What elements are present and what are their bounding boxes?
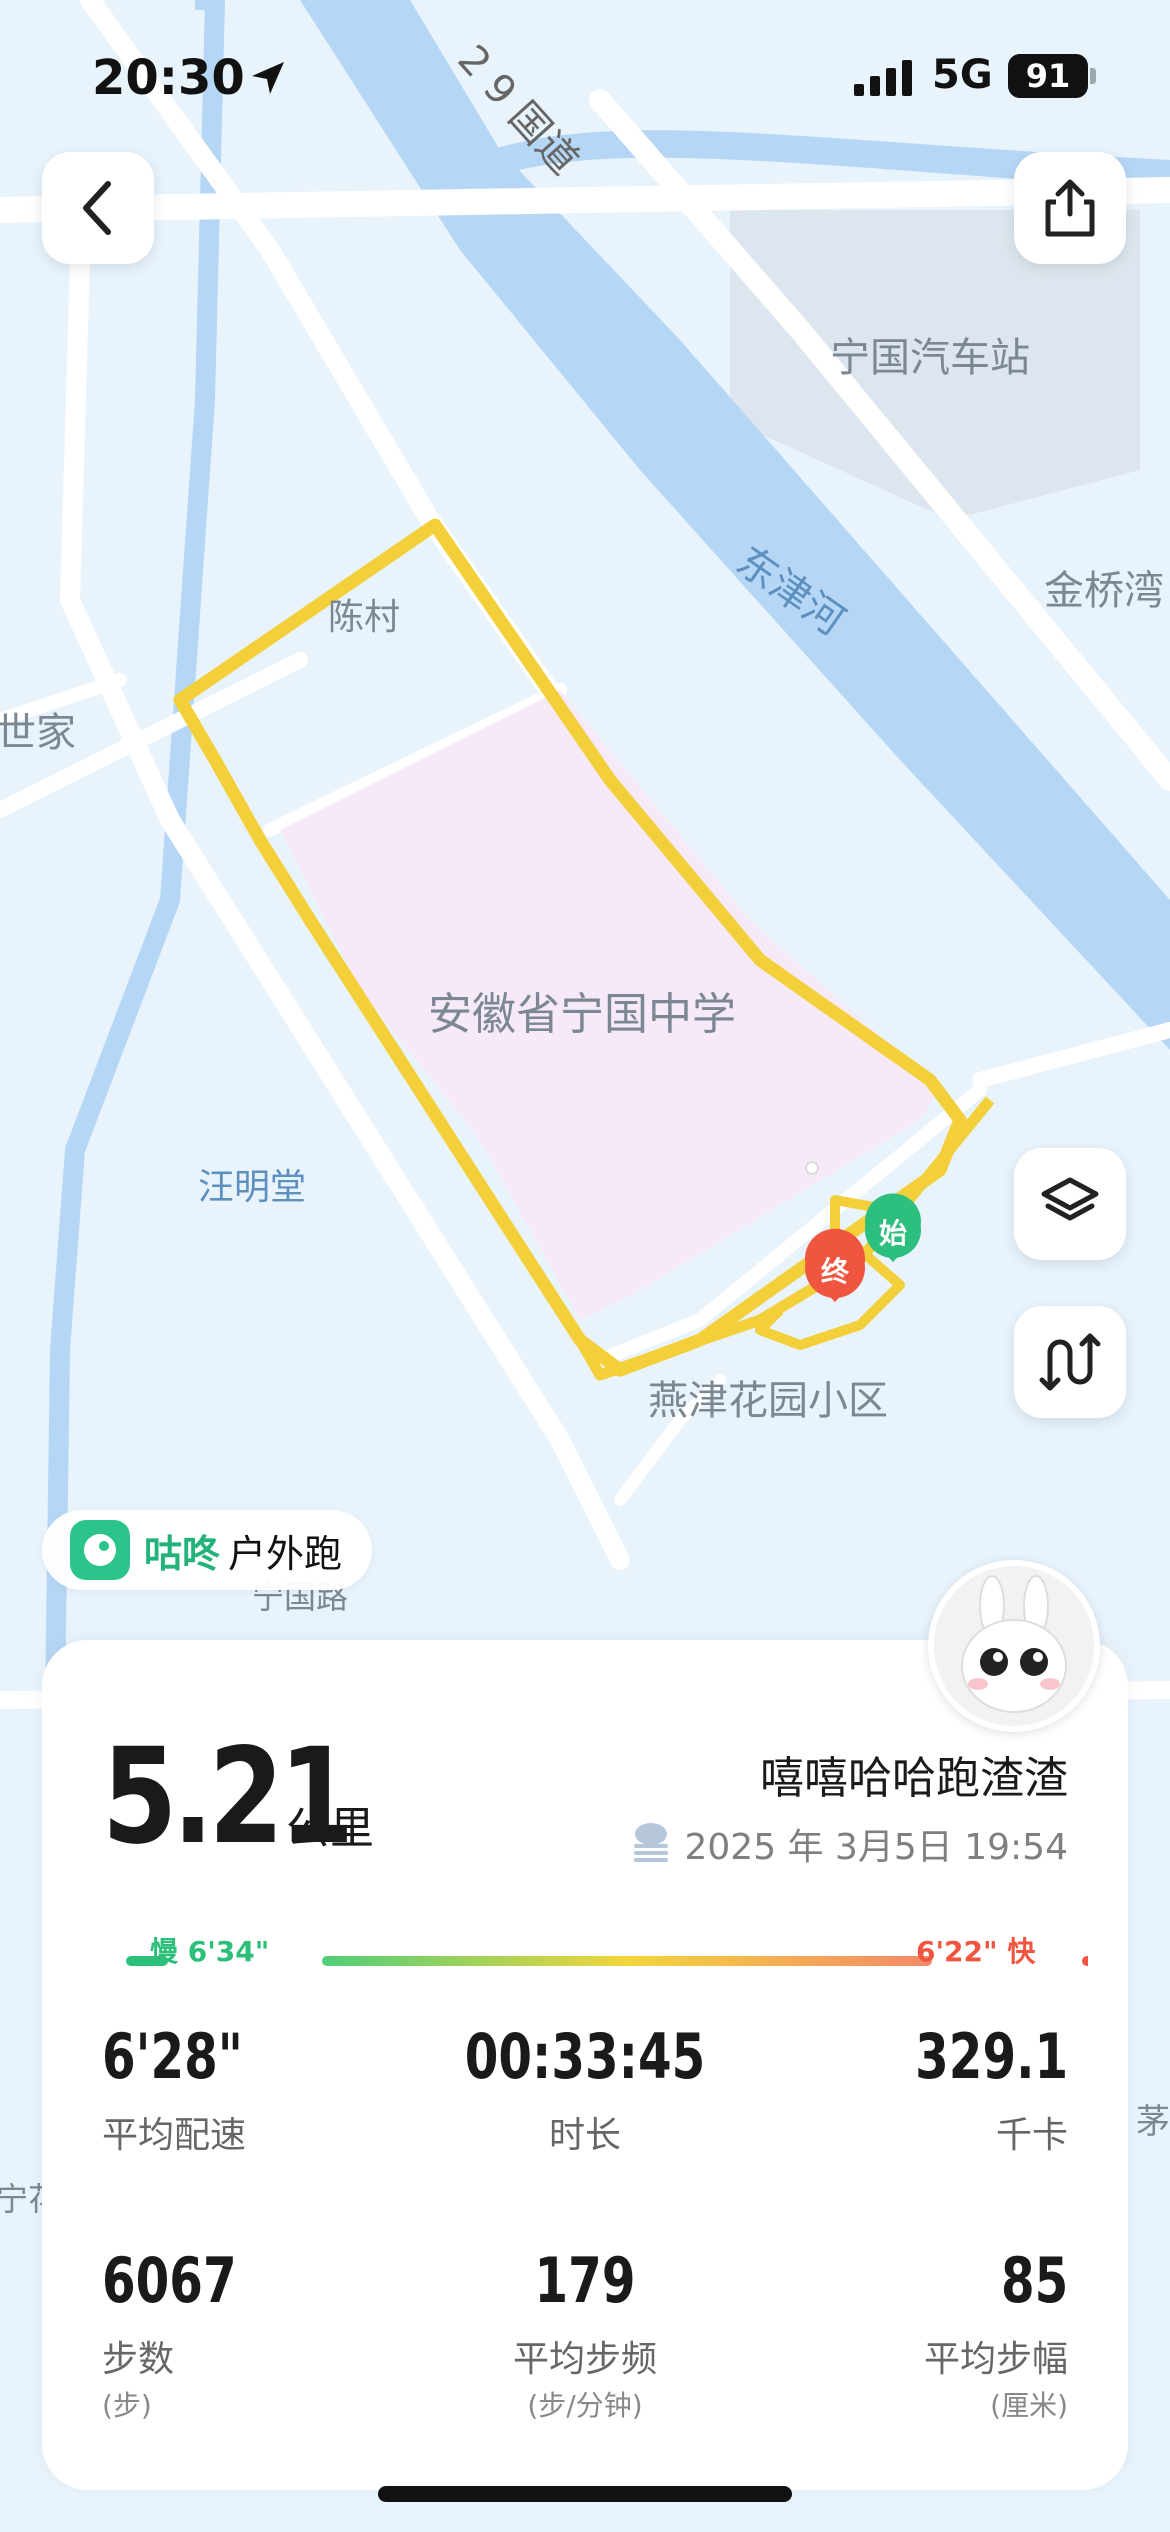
map-label-wangmingtang: 汪明堂 [198, 1167, 307, 1208]
weather-icon [634, 1823, 668, 1862]
badge-activity-type: 户外跑 [228, 1531, 343, 1576]
share-icon [1045, 179, 1095, 237]
username: 嘻嘻哈哈跑渣渣 [760, 1753, 1068, 1804]
calories-value: 329.1 [915, 2020, 1068, 2093]
avg-pace-value: 6'28" [102, 2020, 243, 2093]
route-toggle-icon [1039, 1333, 1101, 1391]
pace-slowest: 慢 6'34" [150, 1935, 270, 1968]
battery-tip [1090, 68, 1096, 84]
map-label-village: 陈村 [328, 597, 401, 638]
back-icon [83, 181, 111, 235]
map-label-jinqiao: 金桥湾 [1044, 568, 1164, 614]
summary-card: 5.21 公里 嘻嘻哈哈跑渣渣 2025 年 3月5日 19:54 慢 6'34… [42, 1640, 1128, 2490]
activity-datetime: 2025 年 3月5日 19:54 [684, 1827, 1068, 1868]
pace-fastest: 6'22" 快 [916, 1935, 1036, 1968]
location-arrow-icon [252, 62, 284, 94]
marker-start-label: 始 [878, 1217, 907, 1250]
cadence-label: 平均步频 [512, 2339, 657, 2380]
cellular-signal-icon [854, 60, 912, 96]
source-badge: 咕咚 户外跑 [42, 1510, 373, 1590]
codoon-logo-icon [70, 1520, 130, 1580]
layers-icon [1041, 1177, 1099, 1221]
route-toggle-button[interactable] [1014, 1306, 1126, 1418]
stride-label: 平均步幅 [923, 2339, 1068, 2380]
network-type: 5G [932, 52, 993, 98]
calories-label: 千卡 [995, 2115, 1068, 2156]
home-indicator[interactable] [378, 2486, 792, 2502]
status-time: 20:30 [92, 50, 245, 106]
stride-unit: (厘米) [990, 2389, 1068, 2422]
map-label-bus-station: 宁国汽车站 [830, 335, 1030, 381]
steps-unit: (步) [102, 2389, 152, 2422]
distance-unit: 公里 [286, 1803, 374, 1854]
back-button[interactable] [42, 152, 154, 264]
battery-icon: 91 [1008, 54, 1088, 98]
stride-value: 85 [1000, 2244, 1068, 2317]
duration-label: 时长 [548, 2115, 621, 2156]
marker-end-label: 终 [820, 1255, 849, 1288]
duration-value: 00:33:45 [464, 2020, 706, 2093]
battery-level: 91 [1025, 57, 1071, 95]
status-bar: 20:30 5G 91 [0, 0, 1170, 150]
bunny-avatar-icon [934, 1566, 1094, 1726]
steps-value: 6067 [102, 2244, 237, 2317]
cadence-unit: (步/分钟) [527, 2389, 643, 2422]
map-layers-button[interactable] [1014, 1148, 1126, 1260]
badge-brand: 咕咚 [144, 1531, 221, 1576]
cadence-value: 179 [534, 2244, 636, 2317]
share-button[interactable] [1014, 152, 1126, 264]
avg-pace-label: 平均配速 [102, 2115, 247, 2156]
map-label-right-edge: 茅 [1136, 2102, 1170, 2142]
map-label-community: 燕津花园小区 [648, 1378, 888, 1424]
avatar[interactable] [928, 1560, 1100, 1732]
map-label-shijia: 世家 [0, 710, 76, 756]
steps-label: 步数 [102, 2339, 175, 2380]
map-label-school: 安徽省宁国中学 [428, 989, 736, 1040]
